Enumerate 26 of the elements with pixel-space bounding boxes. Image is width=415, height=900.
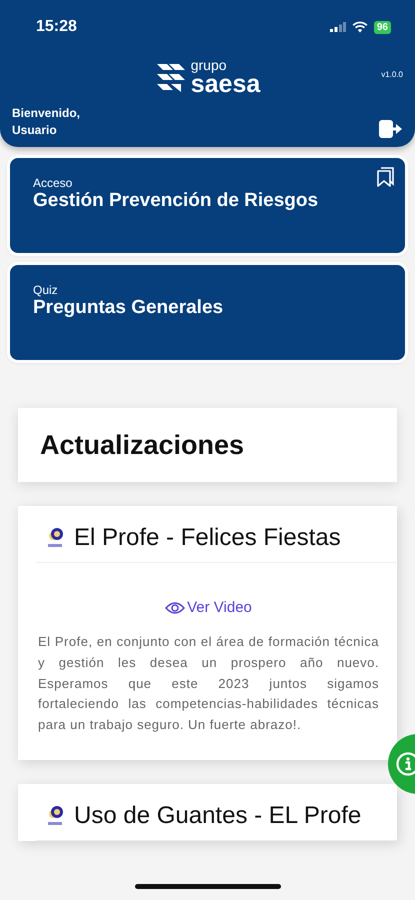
card-title: Gestión Prevención de Riesgos <box>33 190 318 212</box>
logo-caption: grupo <box>190 58 228 72</box>
wifi-icon <box>352 21 368 33</box>
version-label: v1.0.0 <box>381 70 403 79</box>
post-description: El Profe, en conjunto con el área de formación técnica y gestión les desea un prospero año nuevo. Esperamos que este 2023 juntos sigamos fortaleciendo las competencias-habilidades técnicas para un trabajo seguro. Un fuerte abrazo!. <box>38 633 379 734</box>
menu-card[interactable]: Acceso Gestión Prevención de Riesgos <box>10 158 405 253</box>
eye-icon <box>165 600 186 614</box>
logout-icon[interactable] <box>379 119 403 139</box>
battery-level: 96 <box>374 20 391 34</box>
avatar-icon <box>46 804 64 827</box>
signal-icon <box>330 22 346 32</box>
status-time: 15:28 <box>36 18 77 36</box>
bookmark-icon[interactable] <box>377 167 395 187</box>
post-title: Uso de Guantes - EL Profe <box>74 802 362 830</box>
logo-wordmark: saesa <box>190 72 260 97</box>
menu-card[interactable]: Quiz Preguntas Generales <box>10 265 405 360</box>
info-icon <box>396 752 415 776</box>
avatar-icon <box>46 527 64 549</box>
section-heading: Actualizaciones <box>40 430 244 460</box>
card-label: Acceso <box>33 176 74 190</box>
post-title: El Profe - Felices Fiestas <box>74 524 341 552</box>
logo-icon <box>154 62 187 94</box>
greeting-text: Bienvenido, Usuario <box>12 105 80 139</box>
card-title: Preguntas Generales <box>33 297 224 319</box>
card-label: Quiz <box>33 283 59 297</box>
video-link[interactable]: Ver Video <box>165 599 252 616</box>
